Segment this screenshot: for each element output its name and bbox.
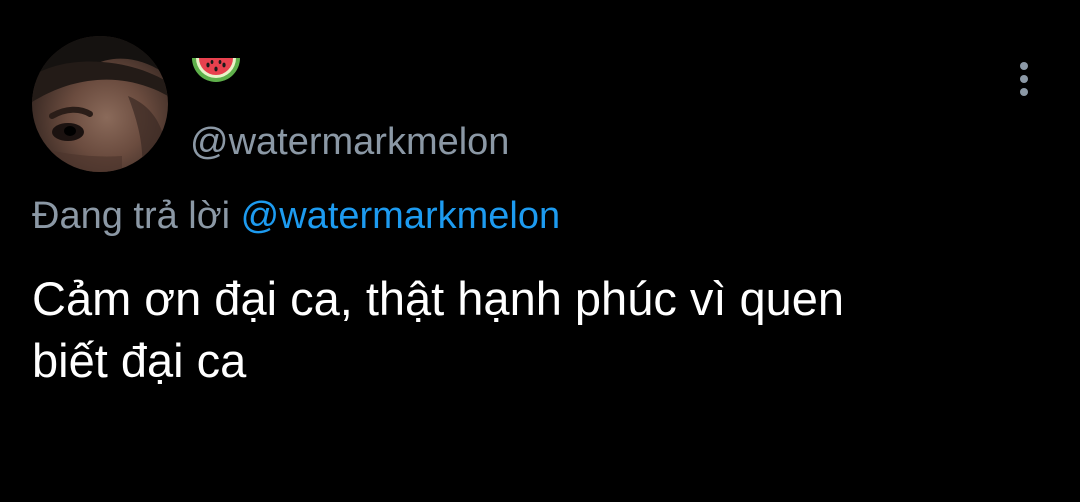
- reply-prefix-label: Đang trả lời: [32, 195, 231, 237]
- tweet: @watermarkmelon Đang trả lời @watermarkm…: [0, 0, 1080, 502]
- avatar-photo: [32, 36, 168, 172]
- reply-mention-link[interactable]: @watermarkmelon: [241, 195, 560, 237]
- tweet-text-line: biết đại ca: [32, 334, 247, 387]
- tweet-text-line: Cảm ơn đại ca, thật hạnh phúc vì quen: [32, 272, 845, 325]
- avatar[interactable]: [32, 36, 168, 172]
- tweet-text: Cảm ơn đại ca, thật hạnh phúc vì quen bi…: [32, 268, 1042, 392]
- reply-context: Đang trả lời @watermarkmelon: [32, 193, 560, 239]
- more-vertical-icon[interactable]: [1008, 58, 1040, 102]
- watermelon-emoji-icon: [190, 52, 242, 96]
- author-handle[interactable]: @watermarkmelon: [190, 120, 509, 164]
